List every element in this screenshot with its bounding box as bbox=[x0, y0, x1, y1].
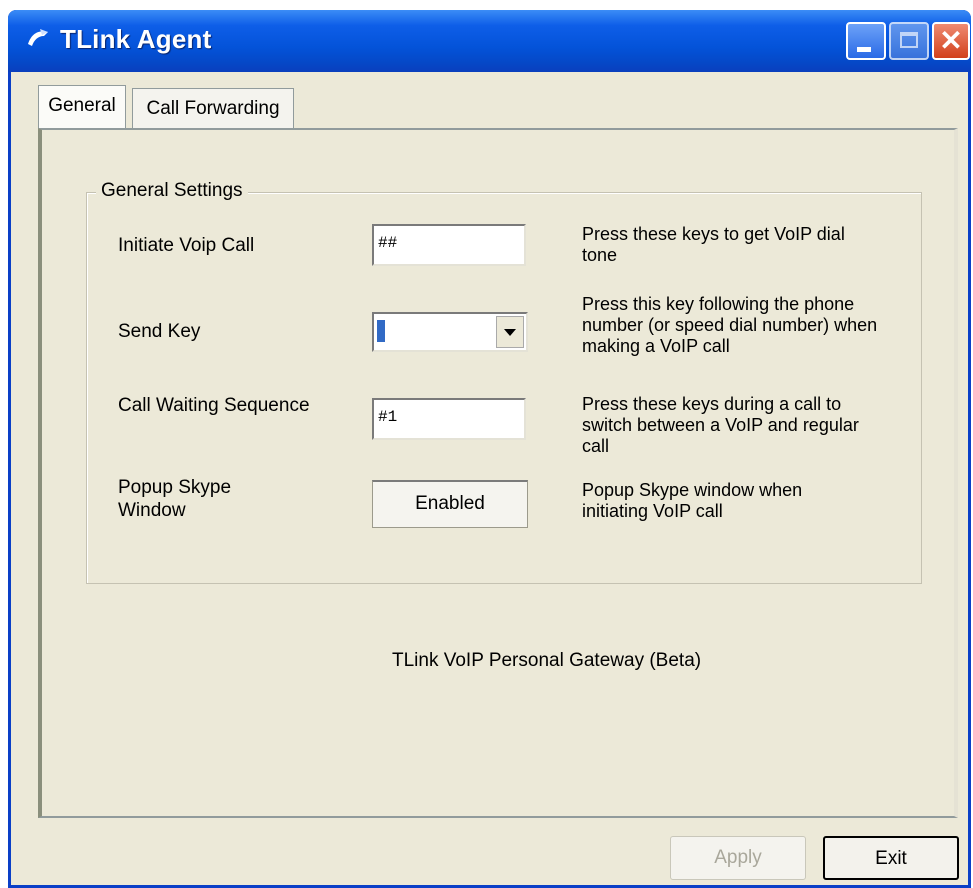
send-key-selected-value bbox=[377, 320, 385, 342]
maximize-button[interactable] bbox=[889, 22, 929, 60]
initiate-voip-call-label: Initiate Voip Call bbox=[118, 235, 255, 256]
window-title: TLink Agent bbox=[60, 24, 212, 54]
apply-button[interactable]: Apply bbox=[670, 836, 806, 880]
initiate-voip-call-input[interactable]: ## bbox=[372, 224, 526, 266]
general-tab-panel: General Settings Initiate Voip Call ## P… bbox=[38, 128, 958, 818]
send-key-description: Press this key following the phone numbe… bbox=[582, 294, 878, 356]
call-waiting-sequence-input[interactable]: #1 bbox=[372, 398, 526, 440]
chevron-down-icon[interactable] bbox=[496, 316, 524, 348]
minimize-button[interactable] bbox=[846, 22, 886, 60]
tlink-app-icon bbox=[28, 29, 48, 46]
tab-call-forwarding[interactable]: Call Forwarding bbox=[132, 88, 294, 128]
tab-general[interactable]: General bbox=[38, 85, 126, 128]
title-bar[interactable]: TLink Agent ✕ bbox=[8, 10, 971, 72]
maximize-icon bbox=[900, 32, 918, 48]
initiate-voip-call-description: Press these keys to get VoIP dial tone bbox=[582, 224, 845, 265]
tlink-agent-window: TLink Agent ✕ General Call Forwarding Ge… bbox=[8, 10, 971, 888]
popup-skype-window-toggle[interactable]: Enabled bbox=[372, 480, 528, 528]
minimize-icon bbox=[857, 47, 871, 52]
close-button[interactable]: ✕ bbox=[932, 22, 970, 60]
send-key-dropdown[interactable] bbox=[372, 312, 528, 352]
send-key-label: Send Key bbox=[118, 321, 201, 342]
exit-button[interactable]: Exit bbox=[823, 836, 959, 880]
product-name-text: TLink VoIP Personal Gateway (Beta) bbox=[392, 650, 702, 671]
popup-skype-window-description: Popup Skype window when initiating VoIP … bbox=[582, 480, 803, 521]
close-icon: ✕ bbox=[939, 25, 963, 56]
call-waiting-sequence-label: Call Waiting Sequence bbox=[118, 395, 310, 416]
call-waiting-sequence-description: Press these keys during a call to switch… bbox=[582, 394, 859, 456]
group-title: General Settings bbox=[96, 180, 248, 202]
popup-skype-window-label: Popup Skype Window bbox=[118, 477, 232, 521]
